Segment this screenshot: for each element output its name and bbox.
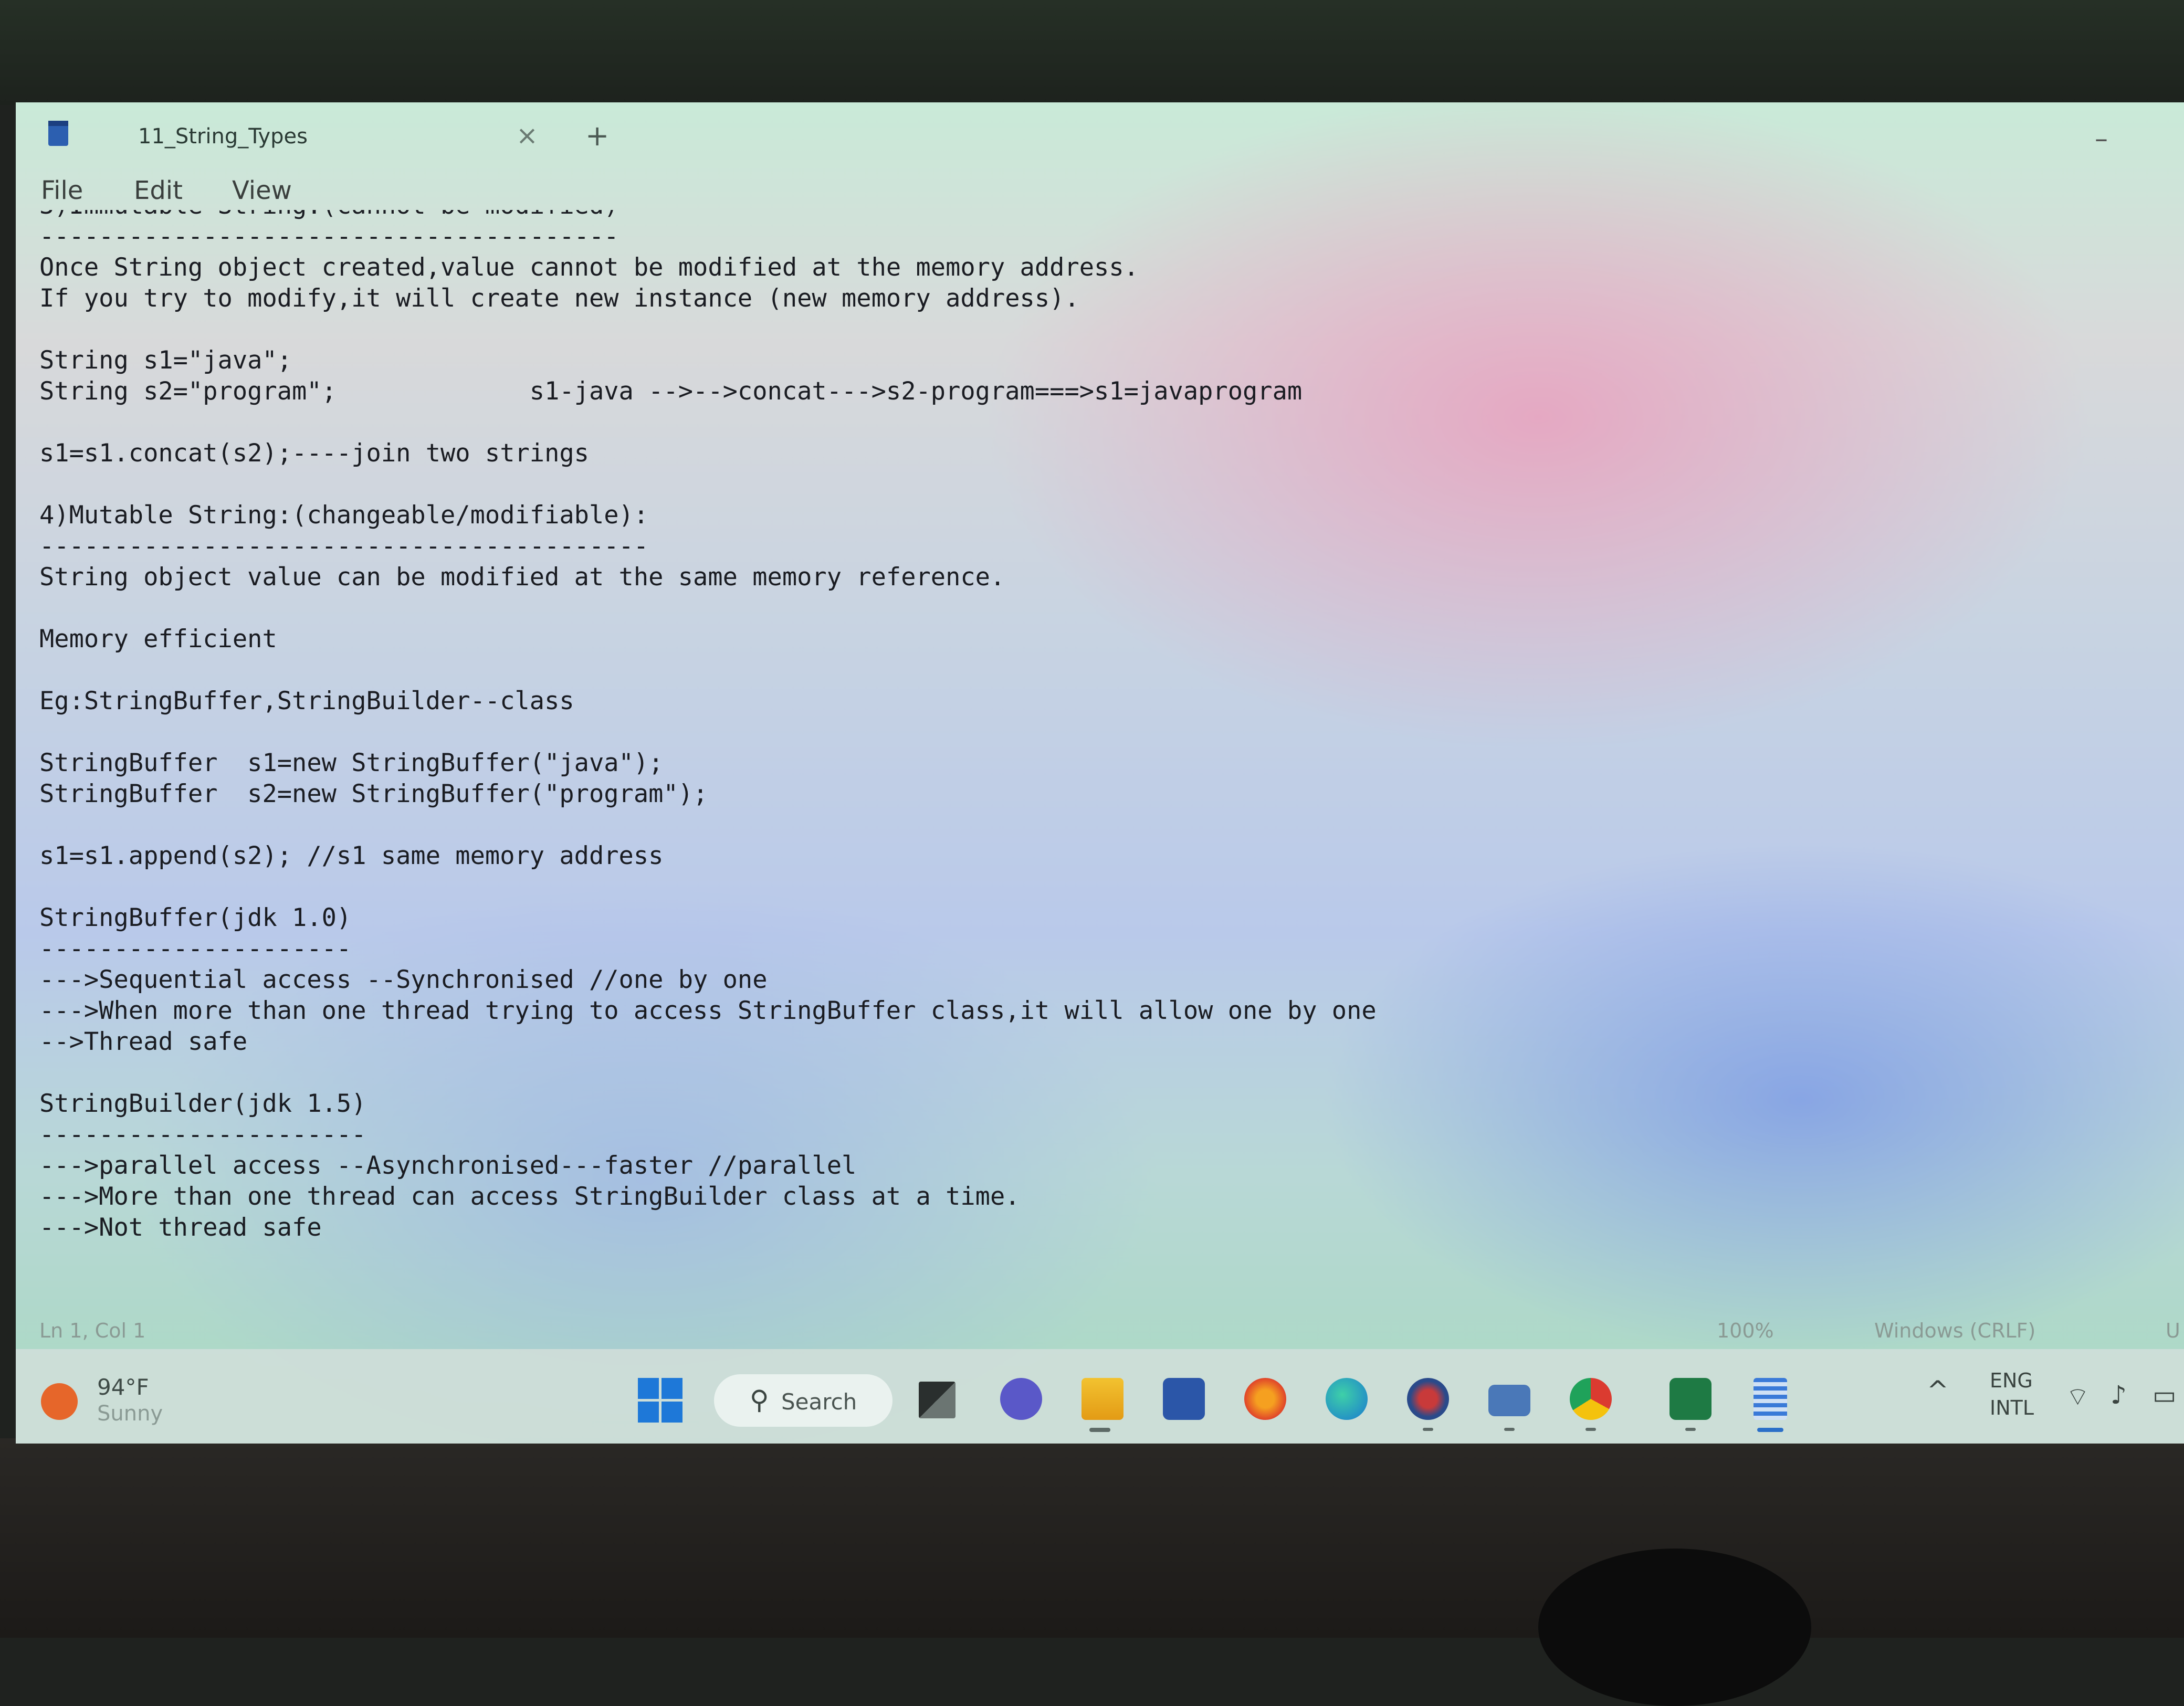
firefox-icon[interactable]	[1244, 1378, 1286, 1420]
document-line: s1=s1.concat(s2);----join two strings	[39, 439, 589, 468]
document-line	[39, 871, 1377, 902]
document-line	[39, 655, 1377, 686]
wifi-icon[interactable]: ⌔	[2066, 1381, 2090, 1412]
document-line: 4)Mutable String:(changeable/modifiable)…	[39, 501, 649, 530]
notepad-active-indicator	[1757, 1428, 1783, 1432]
document-line: -->Thread safe	[39, 1027, 248, 1056]
document-line	[39, 593, 1377, 624]
zoom-level[interactable]: 100%	[1717, 1319, 1774, 1342]
app-running-indicator	[1423, 1428, 1433, 1431]
task-view-icon[interactable]	[919, 1382, 956, 1418]
network-share-icon[interactable]	[1488, 1385, 1530, 1416]
document-line: Eg:StringBuffer,StringBuilder--class	[39, 687, 574, 715]
weather-condition[interactable]: Sunny	[97, 1402, 163, 1426]
document-line: ----------------------------------------…	[39, 532, 649, 561]
document-line	[39, 469, 1377, 500]
document-line: ----------------------	[39, 1120, 366, 1149]
status-bar: Ln 1, Col 1 100% Windows (CRLF) U	[16, 1299, 2184, 1346]
line-ending[interactable]: Windows (CRLF)	[1874, 1319, 2035, 1342]
language-indicator[interactable]: ENG	[1990, 1369, 2033, 1392]
chrome-running-indicator	[1586, 1428, 1596, 1431]
document-line: StringBuilder(jdk 1.5)	[39, 1089, 366, 1118]
menu-bar: File Edit View	[16, 165, 2184, 213]
notepad-app-icon	[48, 121, 68, 146]
cursor-position: Ln 1, Col 1	[39, 1319, 146, 1342]
document-line: --->Not thread safe	[39, 1213, 322, 1242]
document-text: 3)Immutable String:(cannot be modified)-…	[39, 210, 1377, 1243]
tab-title: 11_String_Types	[138, 124, 308, 149]
search-icon: ⚲	[750, 1385, 769, 1415]
edge-icon[interactable]	[1326, 1378, 1368, 1420]
document-line	[39, 407, 1377, 438]
close-tab-icon[interactable]: ×	[516, 120, 538, 151]
menu-edit[interactable]: Edit	[134, 176, 183, 205]
file-explorer-running-indicator	[1089, 1428, 1110, 1432]
new-tab-button[interactable]: +	[585, 119, 609, 152]
document-line: ---------------------	[39, 934, 352, 963]
chevron-up-icon[interactable]: ^	[1927, 1375, 1949, 1406]
document-line: --->Sequential access --Synchronised //o…	[39, 965, 768, 994]
volume-icon[interactable]: ♪	[2110, 1381, 2127, 1410]
audience-head-shadow	[1538, 1549, 1811, 1706]
document-line	[39, 809, 1377, 840]
title-bar: 11_String_Types × + –	[16, 102, 2184, 165]
minimize-button[interactable]: –	[2095, 123, 2108, 154]
document-line: --->More than one thread can access Stri…	[39, 1182, 1020, 1211]
document-line	[39, 717, 1377, 747]
windows-start-icon[interactable]	[638, 1378, 683, 1423]
room-background-bottom	[0, 1438, 2184, 1638]
taskbar: 94°F Sunny ⚲ Search ^ ENG INTL ⌔ ♪ ▭	[16, 1349, 2184, 1444]
chat-icon[interactable]	[1000, 1378, 1042, 1420]
document-line: s1=s1.append(s2); //s1 same memory addre…	[39, 841, 664, 870]
chrome-icon[interactable]	[1570, 1378, 1612, 1420]
app-icon[interactable]	[1407, 1378, 1449, 1420]
document-line	[39, 1057, 1377, 1088]
weather-temperature[interactable]: 94°F	[97, 1374, 149, 1400]
document-line: String s2="program"; s1-java -->-->conca…	[39, 377, 1303, 406]
document-line: Once String object created,value cannot …	[39, 253, 1139, 282]
document-line: Memory efficient	[39, 625, 277, 654]
notepad-icon[interactable]	[1754, 1378, 1787, 1420]
document-line: StringBuffer s2=new StringBuffer("progra…	[39, 780, 708, 808]
sun-icon[interactable]	[41, 1383, 78, 1420]
document-line: StringBuffer(jdk 1.0)	[39, 903, 352, 932]
document-line: StringBuffer s1=new StringBuffer("java")…	[39, 749, 664, 777]
document-line: --->parallel access --Asynchronised---fa…	[39, 1151, 857, 1180]
document-line: If you try to modify,it will create new …	[39, 284, 1079, 313]
document-line: --->When more than one thread trying to …	[39, 996, 1377, 1025]
search-label: Search	[781, 1389, 857, 1415]
excel-icon[interactable]	[1670, 1378, 1712, 1420]
room-background-top	[0, 0, 2184, 105]
projected-screen: 11_String_Types × + – File Edit View 3)I…	[16, 102, 2184, 1444]
keyboard-layout[interactable]: INTL	[1990, 1396, 2034, 1419]
excel-running-indicator	[1685, 1428, 1696, 1431]
document-line	[39, 314, 1377, 345]
menu-file[interactable]: File	[41, 176, 83, 205]
encoding[interactable]: U	[2166, 1319, 2180, 1342]
document-tab[interactable]: 11_String_Types ×	[92, 113, 564, 165]
document-line: 3)Immutable String:(cannot be modified)	[39, 210, 1377, 221]
network-running-indicator	[1504, 1428, 1515, 1431]
menu-view[interactable]: View	[232, 176, 292, 205]
file-explorer-icon[interactable]	[1082, 1378, 1124, 1420]
taskbar-search[interactable]: ⚲ Search	[714, 1374, 892, 1427]
text-editor-area[interactable]: 3)Immutable String:(cannot be modified)-…	[39, 210, 2139, 1312]
document-line: String s1="java";	[39, 346, 292, 375]
document-line: ---------------------------------------	[39, 222, 619, 251]
store-icon[interactable]	[1163, 1378, 1205, 1420]
document-line: String object value can be modified at t…	[39, 563, 1005, 592]
battery-icon[interactable]: ▭	[2152, 1381, 2176, 1410]
